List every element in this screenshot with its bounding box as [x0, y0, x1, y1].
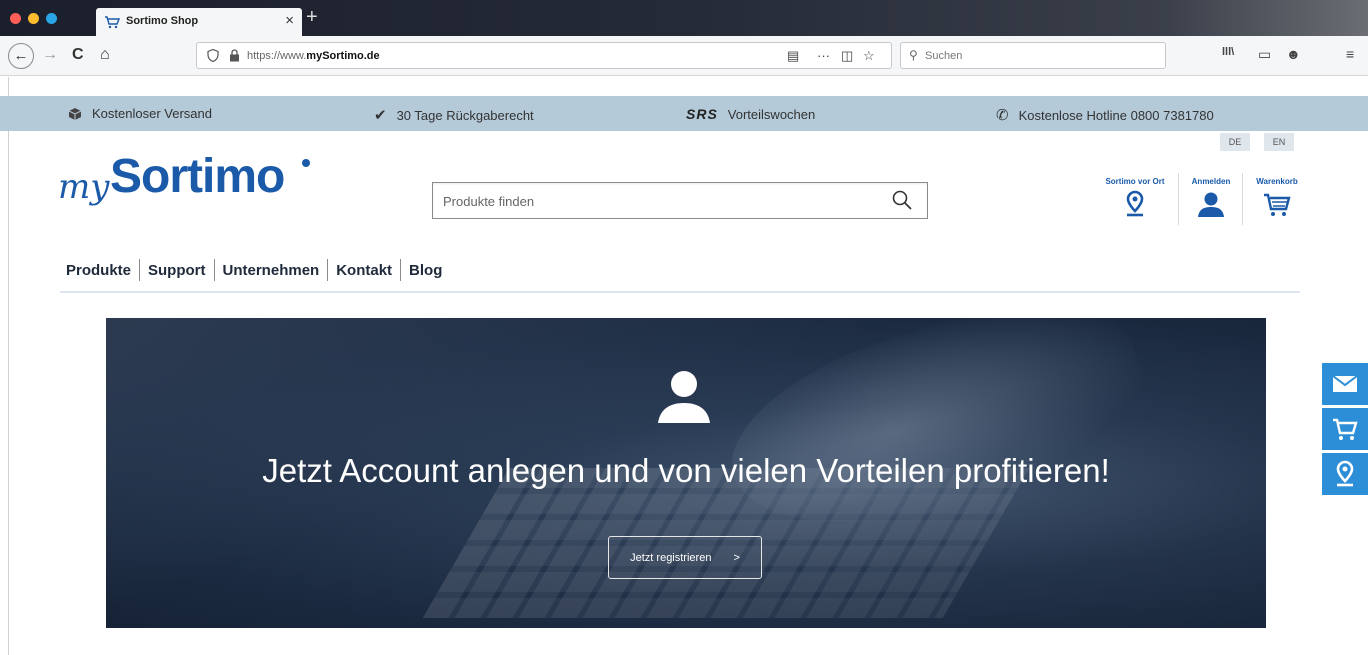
account-icon[interactable]: ☻ [1286, 46, 1301, 62]
usp-hotline-text: Kostenlose Hotline 0800 7381780 [1018, 107, 1214, 123]
close-window-button[interactable] [10, 13, 21, 24]
nav-item-blog[interactable]: Blog [409, 262, 442, 279]
usp-hotline: ✆ Kostenlose Hotline 0800 7381780 [996, 106, 1214, 124]
search-icon[interactable] [891, 189, 913, 211]
usp-shipping-text: Kostenloser Versand [92, 106, 212, 121]
chevron-right-icon: > [733, 551, 740, 564]
mysortimo-logo[interactable]: my Sortimo [58, 149, 328, 221]
nav-item-kontakt[interactable]: Kontakt [336, 262, 392, 279]
location-pin-icon [1126, 190, 1144, 217]
back-button[interactable]: ← [8, 43, 34, 69]
hero-banner: Jetzt Account anlegen und von vielen Vor… [106, 318, 1266, 628]
hero-title: Jetzt Account anlegen und von vielen Vor… [262, 452, 1110, 489]
usp-shipping: Kostenloser Versand [68, 106, 212, 121]
cart-link[interactable]: Warenkorb [1248, 177, 1306, 218]
menu-icon[interactable]: ≡ [1346, 46, 1354, 62]
side-tab-cart[interactable] [1322, 408, 1368, 450]
cart-icon [1333, 418, 1358, 440]
logo-dot [302, 159, 310, 167]
language-en[interactable]: EN [1264, 133, 1294, 151]
register-button-label: Jetzt registrieren [630, 551, 712, 564]
minimize-window-button[interactable] [28, 13, 39, 24]
pocket-icon[interactable]: ◫ [841, 48, 853, 64]
package-icon [68, 107, 82, 120]
location-pin-icon [1336, 460, 1354, 487]
store-locator-label: Sortimo vor Ort [1105, 177, 1165, 186]
more-actions-icon[interactable]: ··· [817, 48, 830, 63]
library-icon[interactable]: lll\ [1222, 46, 1234, 58]
zoom-window-button[interactable] [46, 13, 57, 24]
header-separator [1178, 173, 1179, 225]
lock-icon[interactable] [229, 49, 240, 62]
mail-icon [1332, 375, 1358, 392]
login-link[interactable]: Anmelden [1186, 177, 1236, 218]
browser-search-bar[interactable]: ⚲ Suchen [900, 42, 1166, 69]
cart-icon [1264, 193, 1291, 216]
sidebar-icon[interactable]: ▭ [1258, 46, 1271, 63]
side-tab-store-locator[interactable] [1322, 453, 1368, 495]
search-icon: ⚲ [909, 48, 918, 62]
tab-title: Sortimo Shop [126, 15, 199, 27]
usp-bar: Kostenloser Versand ✔ 30 Tage Rückgabere… [0, 96, 1368, 131]
nav-divider-line [60, 291, 1300, 293]
address-bar[interactable]: https://www.mySortimo.de ▤ ··· ◫ ☆ [196, 42, 892, 69]
main-navigation: Produkte Support Unternehmen Kontakt Blo… [66, 259, 442, 281]
language-de[interactable]: DE [1220, 133, 1250, 151]
product-search-box [432, 182, 928, 219]
side-tab-contact[interactable] [1322, 363, 1368, 405]
reader-view-icon[interactable]: ▤ [787, 48, 799, 64]
nav-divider [327, 259, 329, 281]
new-tab-button[interactable]: + [306, 6, 318, 29]
shield-icon[interactable] [207, 49, 219, 62]
tab-close-icon[interactable]: × [285, 12, 294, 29]
bookmark-star-icon[interactable]: ☆ [863, 48, 875, 64]
checkmark-icon: ✔ [374, 107, 387, 124]
web-page: Kostenloser Versand ✔ 30 Tage Rückgabere… [0, 77, 1368, 655]
nav-divider [213, 259, 215, 281]
browser-tab-bar: Sortimo Shop × + [0, 0, 1368, 36]
nav-item-unternehmen[interactable]: Unternehmen [223, 262, 320, 279]
browser-search-placeholder: Suchen [925, 50, 963, 62]
browser-tab-sortimo[interactable]: Sortimo Shop × [96, 8, 302, 36]
usp-returns: ✔ 30 Tage Rückgaberecht [374, 106, 534, 124]
reload-button[interactable]: C [72, 46, 84, 64]
logo-name: Sortimo [110, 150, 285, 203]
user-icon [1198, 192, 1224, 217]
product-search-input[interactable] [443, 191, 863, 211]
store-locator-link[interactable]: Sortimo vor Ort [1100, 177, 1170, 218]
nav-divider [400, 259, 402, 281]
forward-button[interactable]: → [42, 46, 58, 64]
user-icon [658, 371, 710, 423]
header-separator [1242, 173, 1243, 225]
side-quick-tabs [1322, 363, 1368, 498]
nav-divider [139, 259, 141, 281]
cart-icon [105, 16, 120, 29]
home-button[interactable]: ⌂ [100, 46, 110, 64]
url-text[interactable]: https://www.mySortimo.de [247, 50, 380, 62]
usp-promo-text: Vorteilswochen [727, 106, 816, 122]
register-button[interactable]: Jetzt registrieren > [608, 536, 762, 579]
usp-returns-text: 30 Tage Rückgaberecht [396, 107, 534, 123]
usp-promo: SRS Vorteilswochen [686, 106, 815, 122]
page-border [8, 77, 9, 655]
srs-logo: SRS [686, 106, 718, 122]
nav-item-support[interactable]: Support [148, 262, 206, 279]
browser-navigation-bar: ← → C ⌂ https://www.mySortimo.de ▤ ··· ◫… [0, 36, 1368, 76]
nav-item-produkte[interactable]: Produkte [66, 262, 131, 279]
login-label: Anmelden [1191, 177, 1231, 186]
phone-icon: ✆ [996, 107, 1009, 124]
cart-label: Warenkorb [1256, 177, 1298, 186]
logo-prefix: my [58, 167, 110, 207]
